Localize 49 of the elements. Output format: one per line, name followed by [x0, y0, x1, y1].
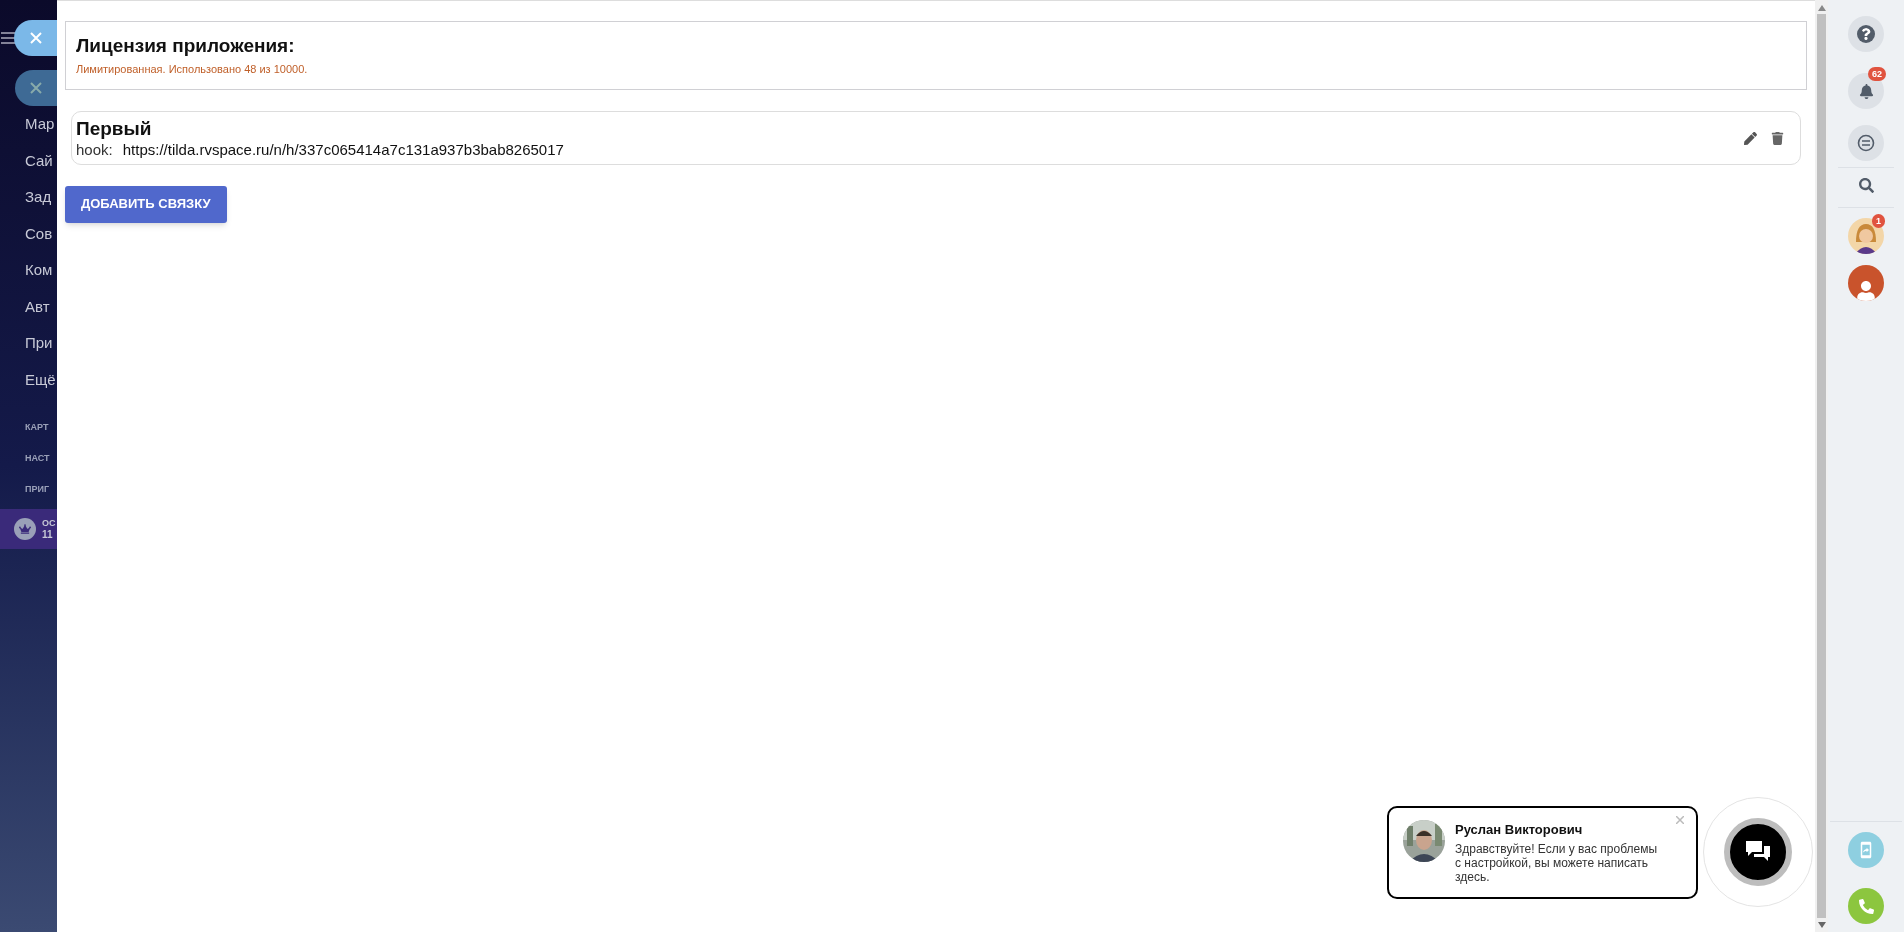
bell-icon — [1858, 83, 1874, 99]
license-status: Лимитированная. Использовано 48 из 10000. — [76, 62, 309, 77]
sidebar-item[interactable]: Ещё — [0, 361, 57, 398]
sidebar-item[interactable]: Сай — [0, 142, 57, 179]
sidebar-item[interactable]: Зад — [0, 179, 57, 216]
plan-count: 11 — [42, 529, 54, 540]
help-button[interactable] — [1848, 16, 1884, 52]
hook-label: hook: — [76, 139, 113, 160]
sidebar-item[interactable]: Мар — [0, 106, 57, 143]
sidebar-section[interactable]: НАСТ — [0, 443, 57, 474]
delete-icon[interactable] — [1771, 132, 1784, 145]
avatar-badge: 1 — [1872, 214, 1885, 228]
crown-icon — [14, 518, 36, 540]
sidebar-section[interactable]: КАРТ — [0, 412, 57, 443]
connection-name: Первый — [76, 117, 153, 140]
scroll-thumb[interactable] — [1817, 14, 1826, 918]
profile-button[interactable] — [1848, 265, 1884, 301]
chat-message: Здравствуйте! Если у вас проблемы с настройкой, вы можете написать здесь. — [1455, 842, 1659, 884]
add-connection-button[interactable]: ДОБАВИТЬ СВЯЗКУ — [65, 185, 227, 223]
sidebar-section[interactable]: ПРИГ — [0, 474, 57, 505]
plan-text: ОС — [42, 518, 56, 529]
chats-button[interactable] — [1848, 125, 1884, 161]
sidebar-item[interactable]: Сов — [0, 215, 57, 252]
sidebar-item[interactable]: Авт — [0, 288, 57, 325]
close-button[interactable] — [14, 20, 57, 56]
license-title: Лицензия приложения: — [76, 34, 296, 58]
notifications-button[interactable] — [1848, 73, 1884, 109]
search-icon — [1858, 178, 1874, 193]
phone-icon — [1858, 898, 1874, 914]
scrollbar[interactable] — [1815, 0, 1828, 932]
close-icon — [29, 32, 42, 44]
close-icon — [30, 82, 42, 94]
close-pill[interactable] — [15, 70, 57, 106]
edit-icon[interactable] — [1744, 132, 1757, 145]
avatar-button[interactable] — [1848, 218, 1884, 254]
agent-name: Руслан Викторович — [1455, 820, 1584, 839]
plan-banner[interactable]: ОС 11 — [0, 509, 57, 549]
chat-list-icon — [1857, 134, 1875, 152]
menu-icon[interactable] — [1, 32, 15, 44]
user-icon — [1856, 281, 1876, 301]
scroll-down-icon[interactable] — [1817, 922, 1826, 928]
sidebar-item[interactable]: Ком — [0, 252, 57, 289]
notification-badge: 62 — [1868, 67, 1886, 81]
hook-url: https://tilda.rvspace.ru/n/h/337c065414a7c131a937b3bab8265017 — [122, 139, 564, 160]
help-icon — [1857, 25, 1875, 43]
scroll-up-icon[interactable] — [1817, 5, 1826, 11]
sidebar-item[interactable]: При — [0, 325, 57, 362]
chat-popup[interactable]: Руслан Викторович Здравствуйте! Если у вас проблемы с настройкой, вы можете написать здесь. — [1387, 805, 1698, 899]
search-button[interactable] — [1858, 178, 1874, 193]
